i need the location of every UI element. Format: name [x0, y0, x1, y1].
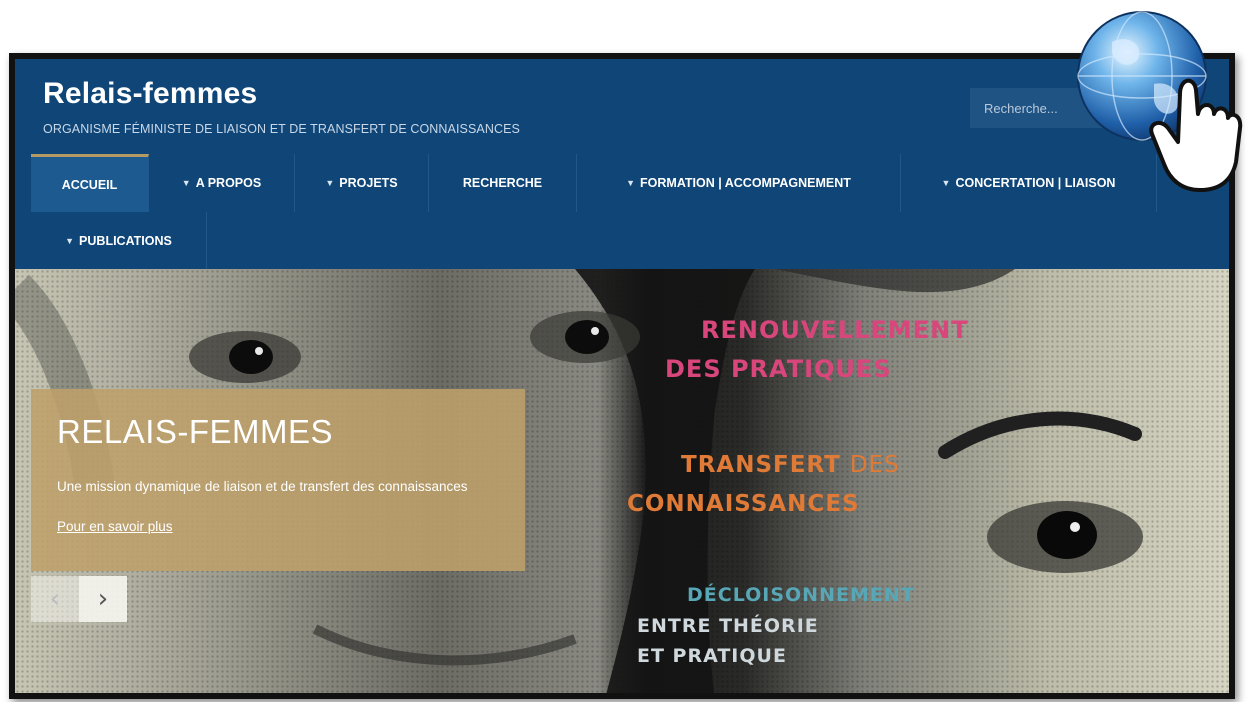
nav-item-a-propos[interactable]: ▼ A PROPOS — [149, 154, 295, 212]
nav-row-2: ▼ PUBLICATIONS — [31, 212, 1229, 270]
slider-next-button[interactable]: › — [79, 576, 127, 622]
slogan-decloisonnement: DÉCLOISONNEMENT — [687, 584, 915, 606]
caret-down-icon: ▼ — [325, 178, 335, 188]
chevron-left-icon: ‹ — [49, 584, 61, 614]
caret-down-icon: ▼ — [941, 178, 951, 188]
slogan-transfert-line: TRANSFERT DES — [681, 452, 900, 478]
nav-item-publications[interactable]: ▼ PUBLICATIONS — [31, 212, 207, 270]
slogan-renouvellement: RENOUVELLEMENT — [701, 316, 969, 344]
website-screenshot: Relais-femmes ORGANISME FÉMINISTE DE LIA… — [9, 53, 1235, 699]
nav-item-recherche[interactable]: RECHERCHE — [429, 154, 577, 212]
nav-item-label: PROJETS — [339, 176, 398, 190]
nav-item-label: ACCUEIL — [61, 177, 118, 192]
slogan-entre-theorie: ENTRE THÉORIE — [637, 615, 819, 637]
caption-title: RELAIS-FEMMES — [57, 413, 334, 450]
caret-down-icon: ▼ — [65, 236, 75, 246]
slogan-transfert: TRANSFERT — [681, 452, 841, 478]
slogan-des-pratiques: DES PRATIQUES — [665, 355, 892, 383]
caret-down-icon: ▼ — [626, 178, 636, 188]
nav-item-formation[interactable]: ▼ FORMATION | ACCOMPAGNEMENT — [577, 154, 901, 212]
chevron-right-icon: › — [97, 584, 109, 614]
main-nav: ACCUEIL ▼ A PROPOS ▼ PROJETS RECHERCHE ▼… — [31, 154, 1229, 270]
site-header: Relais-femmes ORGANISME FÉMINISTE DE LIA… — [15, 59, 1229, 270]
caption-text: Une mission dynamique de liaison et de t… — [57, 479, 468, 494]
nav-item-label: PUBLICATIONS — [79, 234, 172, 248]
nav-item-label: RECHERCHE — [462, 176, 543, 190]
nav-row-1: ACCUEIL ▼ A PROPOS ▼ PROJETS RECHERCHE ▼… — [31, 154, 1229, 212]
site-tagline: ORGANISME FÉMINISTE DE LIAISON ET DE TRA… — [43, 122, 520, 136]
site-title[interactable]: Relais-femmes — [43, 77, 257, 111]
slogan-des: DES — [849, 452, 900, 478]
slide-caption: RELAIS-FEMMES Une mission dynamique de l… — [31, 389, 525, 571]
nav-item-projets[interactable]: ▼ PROJETS — [295, 154, 429, 212]
nav-item-label: FORMATION | ACCOMPAGNEMENT — [640, 176, 851, 190]
caret-down-icon: ▼ — [181, 178, 191, 188]
slogan-et-pratique: ET PRATIQUE — [637, 645, 787, 667]
globe-with-pointing-hand-icon — [1077, 11, 1243, 192]
nav-item-label: A PROPOS — [195, 176, 262, 190]
nav-item-accueil[interactable]: ACCUEIL — [31, 154, 149, 212]
slogan-connaissances: CONNAISSANCES — [627, 491, 860, 517]
hero-slider: RENOUVELLEMENT DES PRATIQUES TRANSFERT D… — [15, 269, 1229, 693]
slider-prev-button[interactable]: ‹ — [31, 576, 79, 622]
learn-more-link[interactable]: Pour en savoir plus — [57, 519, 173, 534]
